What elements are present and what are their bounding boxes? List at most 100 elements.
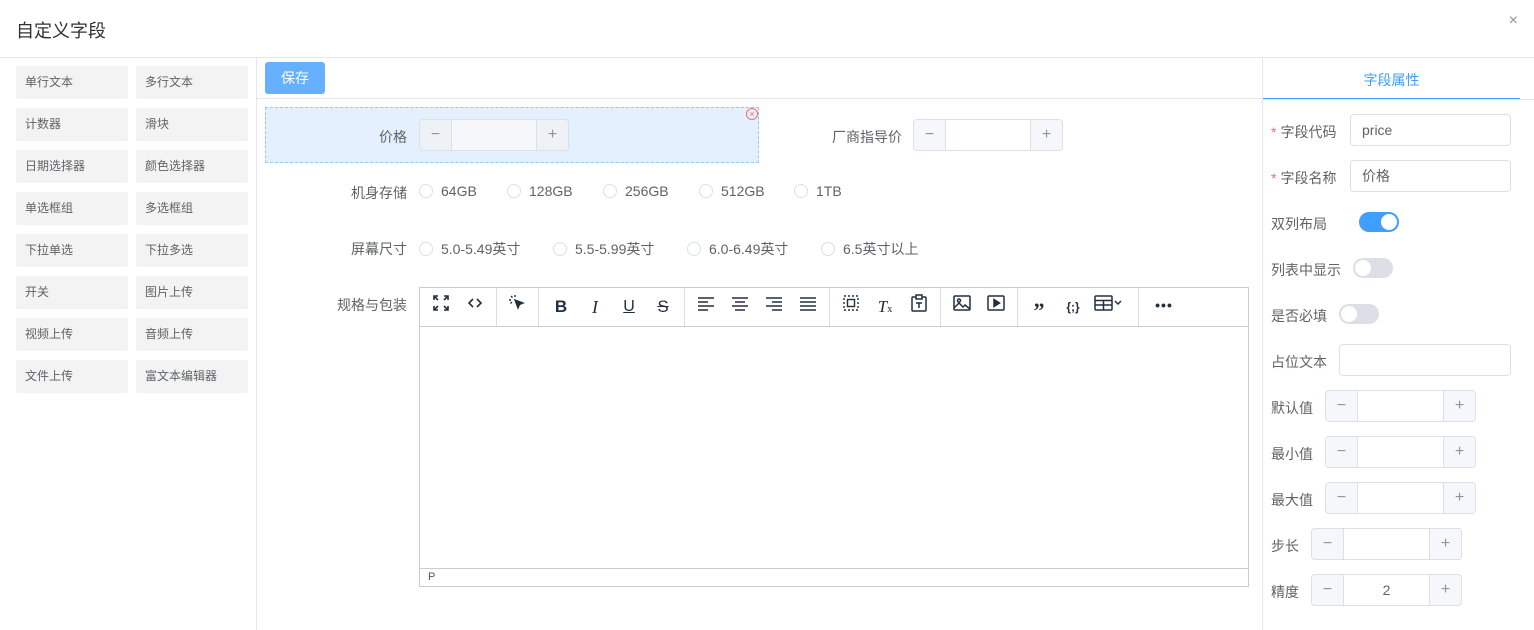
plus-icon[interactable]: + [1030, 120, 1062, 150]
align-justify-icon[interactable] [795, 294, 821, 320]
plus-icon[interactable]: + [1429, 575, 1461, 605]
palette-item-counter[interactable]: 计数器 [16, 108, 128, 141]
field-name-input[interactable]: 价格 [1350, 160, 1511, 192]
bold-icon[interactable]: B [548, 294, 574, 320]
palette-item-select-single[interactable]: 下拉单选 [16, 234, 128, 267]
radio-storage-128gb[interactable]: 128GB [507, 183, 573, 199]
radio-circle[interactable] [699, 184, 713, 198]
palette-item-switch[interactable]: 开关 [16, 276, 128, 309]
blockquote-icon[interactable]: ” [1026, 294, 1052, 323]
select-cursor-icon[interactable] [504, 294, 530, 320]
show-in-list-switch[interactable] [1353, 258, 1393, 278]
rich-text-editor: B I U S Tx ” {;} ••• P [419, 287, 1249, 587]
select-all-icon[interactable] [838, 294, 864, 320]
msrp-stepper[interactable]: − + [913, 119, 1063, 151]
price-value[interactable] [453, 120, 535, 150]
step-stepper[interactable]: − + [1311, 528, 1462, 560]
min-value[interactable] [1359, 437, 1442, 467]
code-sample-icon[interactable]: {;} [1060, 294, 1086, 320]
plus-icon[interactable]: + [1443, 437, 1475, 467]
default-value-stepper[interactable]: − + [1325, 390, 1476, 422]
close-icon[interactable]: × [1509, 12, 1518, 30]
italic-icon[interactable]: I [582, 294, 608, 320]
minus-icon[interactable]: − [1312, 529, 1344, 559]
precision-value[interactable]: 2 [1345, 575, 1428, 605]
radio-storage-512gb[interactable]: 512GB [699, 183, 765, 199]
palette-item-checkbox-group[interactable]: 多选框组 [136, 192, 248, 225]
palette-item-multi-text[interactable]: 多行文本 [136, 66, 248, 99]
minus-icon[interactable]: − [420, 120, 452, 150]
palette-item-file-upload[interactable]: 文件上传 [16, 360, 128, 393]
precision-label: 精度 [1271, 584, 1299, 600]
palette-item-date-picker[interactable]: 日期选择器 [16, 150, 128, 183]
table-icon[interactable] [1094, 294, 1134, 320]
radio-screen-5-0[interactable]: 5.0-5.49英寸 [419, 239, 520, 259]
paste-text-icon[interactable] [906, 294, 932, 320]
radio-storage-256gb[interactable]: 256GB [603, 183, 669, 199]
radio-screen-6-0[interactable]: 6.0-6.49英寸 [687, 239, 788, 259]
radio-circle[interactable] [687, 242, 701, 256]
align-left-icon[interactable] [693, 294, 719, 320]
palette-item-rich-text[interactable]: 富文本编辑器 [136, 360, 248, 393]
plus-icon[interactable]: + [1429, 529, 1461, 559]
strikethrough-icon[interactable]: S [650, 294, 676, 320]
tab-field-properties[interactable]: 字段属性 [1263, 58, 1520, 100]
max-value[interactable] [1359, 483, 1442, 513]
delete-field-icon[interactable]: × [746, 108, 758, 120]
align-center-icon[interactable] [727, 294, 753, 320]
plus-icon[interactable]: + [1443, 391, 1475, 421]
radio-circle[interactable] [419, 184, 433, 198]
price-stepper[interactable]: − + [419, 119, 569, 151]
palette-item-video-upload[interactable]: 视频上传 [16, 318, 128, 351]
radio-screen-6-5[interactable]: 6.5英寸以上 [821, 239, 918, 259]
align-right-icon[interactable] [761, 294, 787, 320]
precision-stepper[interactable]: − 2 + [1311, 574, 1462, 606]
palette-item-slider[interactable]: 滑块 [136, 108, 248, 141]
step-value[interactable] [1345, 529, 1428, 559]
minus-icon[interactable]: − [1326, 483, 1358, 513]
min-value-stepper[interactable]: − + [1325, 436, 1476, 468]
editor-content-area[interactable] [420, 327, 1248, 569]
minus-icon[interactable]: − [1326, 437, 1358, 467]
radio-storage-64gb[interactable]: 64GB [419, 183, 477, 199]
video-icon[interactable] [983, 294, 1009, 320]
radio-circle[interactable] [507, 184, 521, 198]
remove-format-icon[interactable]: Tx [872, 294, 898, 320]
more-icon[interactable]: ••• [1151, 294, 1177, 320]
field-name-label: * 字段名称 [1271, 170, 1337, 186]
dialog-title: 自定义字段 [16, 21, 106, 41]
plus-icon[interactable]: + [1443, 483, 1475, 513]
two-column-switch[interactable] [1359, 212, 1399, 232]
radio-circle[interactable] [553, 242, 567, 256]
radio-screen-5-5[interactable]: 5.5-5.99英寸 [553, 239, 654, 259]
radio-circle[interactable] [603, 184, 617, 198]
save-button[interactable]: 保存 [265, 62, 325, 94]
palette-item-radio-group[interactable]: 单选框组 [16, 192, 128, 225]
palette-item-audio-upload[interactable]: 音频上传 [136, 318, 248, 351]
field-code-input[interactable]: price [1350, 114, 1511, 146]
minus-icon[interactable]: − [1312, 575, 1344, 605]
palette-item-select-multi[interactable]: 下拉多选 [136, 234, 248, 267]
palette-item-color-picker[interactable]: 颜色选择器 [136, 150, 248, 183]
source-code-icon[interactable] [462, 294, 488, 320]
radio-circle[interactable] [794, 184, 808, 198]
palette-item-single-text[interactable]: 单行文本 [16, 66, 128, 99]
placeholder-input[interactable] [1339, 344, 1511, 376]
radio-label: 5.5-5.99英寸 [575, 241, 655, 257]
radio-storage-1tb[interactable]: 1TB [794, 183, 842, 199]
fullscreen-icon[interactable] [428, 294, 454, 320]
plus-icon[interactable]: + [536, 120, 568, 150]
image-icon[interactable] [949, 294, 975, 320]
storage-label: 机身存储 [351, 185, 407, 201]
max-value-stepper[interactable]: − + [1325, 482, 1476, 514]
radio-circle[interactable] [821, 242, 835, 256]
radio-label: 256GB [625, 183, 669, 199]
required-switch[interactable] [1339, 304, 1379, 324]
minus-icon[interactable]: − [1326, 391, 1358, 421]
underline-icon[interactable]: U [616, 294, 642, 320]
radio-circle[interactable] [419, 242, 433, 256]
msrp-value[interactable] [947, 120, 1029, 150]
palette-item-image-upload[interactable]: 图片上传 [136, 276, 248, 309]
minus-icon[interactable]: − [914, 120, 946, 150]
default-value[interactable] [1359, 391, 1442, 421]
